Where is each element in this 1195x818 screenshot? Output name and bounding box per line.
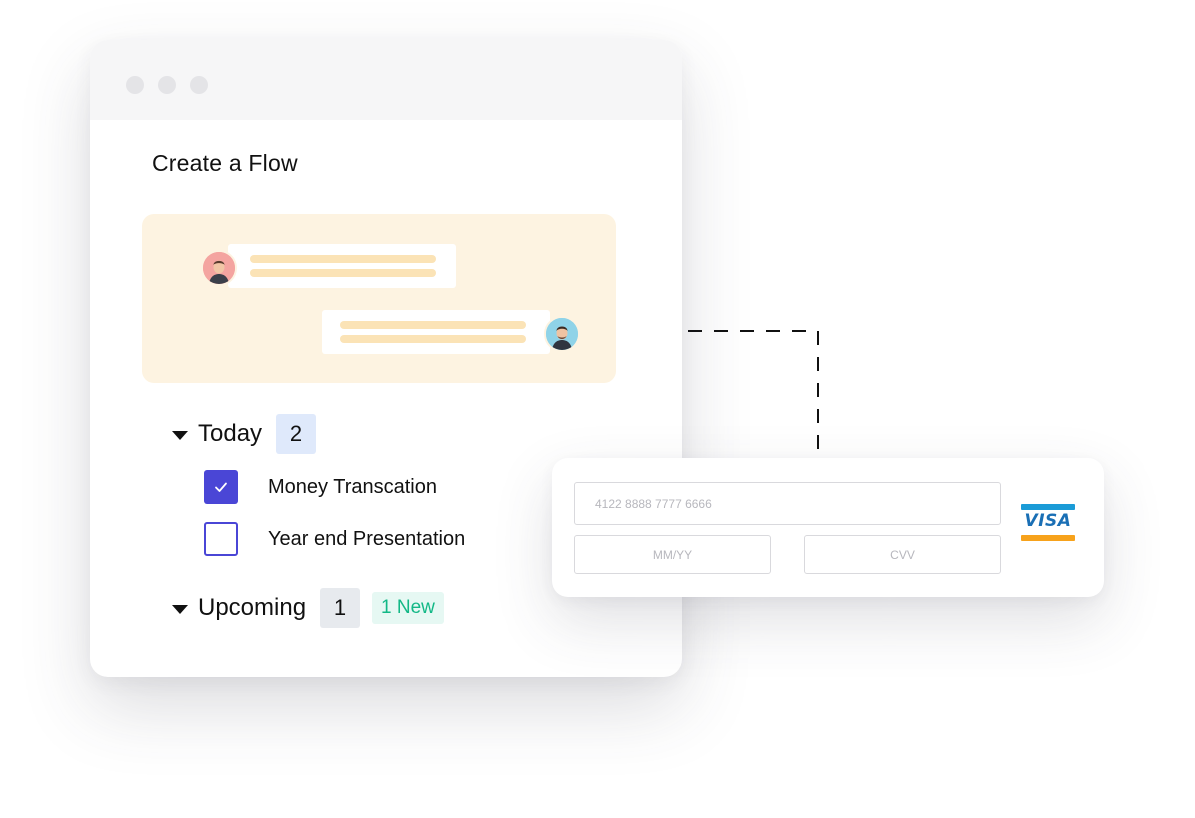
window-control-dot[interactable] <box>190 76 208 94</box>
section-label: Today <box>198 420 263 447</box>
avatar <box>201 250 237 286</box>
logo-stripe <box>1021 535 1075 541</box>
task-label: Money Transcation <box>268 475 437 498</box>
chat-bubble-incoming <box>228 244 456 288</box>
logo-stripe <box>1021 504 1075 510</box>
person-icon <box>203 252 235 284</box>
task-item: Year end Presentation <box>204 522 465 556</box>
window-titlebar <box>90 40 682 120</box>
expiry-input[interactable] <box>574 535 771 574</box>
text-placeholder-line <box>250 255 436 263</box>
visa-logo: VISA <box>1021 504 1075 542</box>
task-checkbox[interactable] <box>204 470 238 504</box>
count-badge: 1 <box>320 588 361 628</box>
window-control-dot[interactable] <box>158 76 176 94</box>
text-placeholder-line <box>340 321 526 329</box>
caret-down-icon[interactable] <box>172 430 188 440</box>
task-label: Year end Presentation <box>268 527 466 550</box>
caret-down-icon[interactable] <box>172 604 188 614</box>
chat-bubble-outgoing <box>322 310 550 354</box>
text-placeholder-line <box>250 269 436 277</box>
section-today[interactable]: Today 2 <box>172 414 317 454</box>
section-upcoming[interactable]: Upcoming 1 1 New <box>172 588 444 628</box>
page-title: Create a Flow <box>152 150 298 176</box>
window-control-dot[interactable] <box>126 76 144 94</box>
card-brand: VISA <box>1024 511 1072 531</box>
new-badge: 1 New <box>372 592 444 624</box>
task-checkbox[interactable] <box>204 522 238 556</box>
cvv-input[interactable] <box>804 535 1001 574</box>
stage: Create a Flow Today 2 Money Transcation … <box>0 0 1195 818</box>
chat-illustration <box>142 214 616 383</box>
task-item: Money Transcation <box>204 470 437 504</box>
check-icon <box>215 482 227 492</box>
section-label: Upcoming <box>198 594 307 621</box>
avatar <box>544 316 580 352</box>
person-icon <box>546 318 578 350</box>
payment-card: VISA <box>552 458 1104 597</box>
card-number-input[interactable] <box>574 482 1001 525</box>
count-badge: 2 <box>276 414 317 454</box>
text-placeholder-line <box>340 335 526 343</box>
